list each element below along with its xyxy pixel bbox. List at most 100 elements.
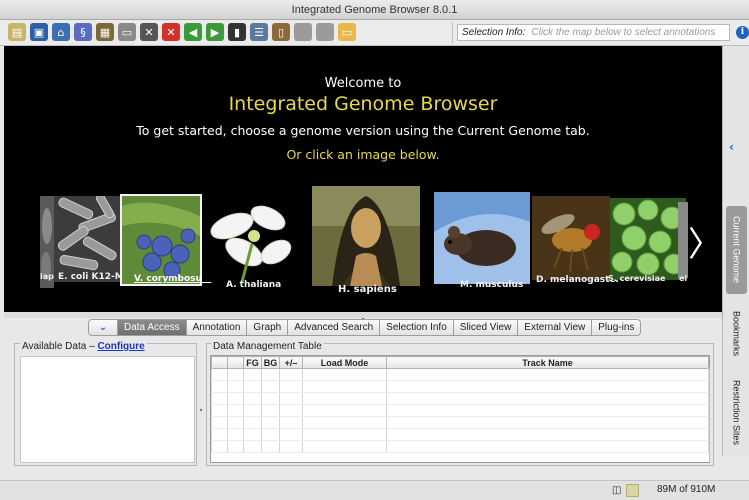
table-cell[interactable] xyxy=(211,440,228,453)
species-thumb-scerevisiae[interactable] xyxy=(610,198,686,280)
table-cell[interactable] xyxy=(211,392,228,405)
garbage-collect-icon[interactable]: ◫ xyxy=(612,485,622,496)
gray-box-2-icon[interactable] xyxy=(316,23,334,41)
print-icon[interactable]: ▭ xyxy=(118,23,136,41)
selection-info-field[interactable]: Selection Info: Click the map below to s… xyxy=(457,24,730,41)
table-cell[interactable] xyxy=(279,368,303,381)
table-cell[interactable] xyxy=(279,380,303,393)
table-cell[interactable] xyxy=(386,380,709,393)
species-thumb-athaliana[interactable] xyxy=(202,196,298,282)
species-thumb-vcorymbosum[interactable] xyxy=(120,194,202,286)
table-cell[interactable] xyxy=(243,404,262,417)
forward-icon[interactable]: ▶ xyxy=(206,23,224,41)
table-cell[interactable] xyxy=(211,380,228,393)
species-thumb-ecoli[interactable] xyxy=(54,196,120,282)
tab-plug-ins[interactable]: Plug-ins xyxy=(592,319,642,336)
table-cell[interactable] xyxy=(386,440,709,453)
table-cell[interactable] xyxy=(227,428,244,441)
table-cell[interactable] xyxy=(302,404,387,417)
open-file-icon[interactable]: ▤ xyxy=(8,23,26,41)
table-cell[interactable] xyxy=(227,380,244,393)
comment-icon[interactable]: ▭ xyxy=(338,23,356,41)
table-row[interactable] xyxy=(211,404,709,417)
col-header-blank-2[interactable] xyxy=(227,356,244,369)
col-header-plus-minus[interactable]: +/– xyxy=(279,356,303,369)
collapse-chevron-icon[interactable]: ‹ xyxy=(729,140,741,154)
tab-bookmarks[interactable]: Bookmarks xyxy=(726,302,747,366)
table-cell[interactable] xyxy=(243,428,262,441)
table-cell[interactable] xyxy=(261,368,280,381)
table-cell[interactable] xyxy=(243,380,262,393)
carousel-next-arrow[interactable]: 〉 xyxy=(688,228,722,262)
table-cell[interactable] xyxy=(227,392,244,405)
gray-box-icon[interactable] xyxy=(294,23,312,41)
table-cell[interactable] xyxy=(279,404,303,417)
table-cell[interactable] xyxy=(279,440,303,453)
table-cell[interactable] xyxy=(302,380,387,393)
col-header-blank-1[interactable] xyxy=(211,356,228,369)
species-thumb-partial-right[interactable] xyxy=(678,202,688,278)
tab-data-access[interactable]: Data Access xyxy=(118,319,187,336)
configure-link[interactable]: Configure xyxy=(97,341,144,352)
table-cell[interactable] xyxy=(302,428,387,441)
table-cell[interactable] xyxy=(261,404,280,417)
col-header-track-name[interactable]: Track Name xyxy=(386,356,709,369)
tab-external-view[interactable]: External View xyxy=(518,319,593,336)
table-cell[interactable] xyxy=(386,404,709,417)
table-cell[interactable] xyxy=(211,416,228,429)
table-cell[interactable] xyxy=(211,368,228,381)
save-session-icon[interactable]: ▣ xyxy=(30,23,48,41)
table-cell[interactable] xyxy=(386,428,709,441)
table-cell[interactable] xyxy=(302,440,387,453)
image-export-icon[interactable]: ▦ xyxy=(96,23,114,41)
table-cell[interactable] xyxy=(386,368,709,381)
species-thumb-mmusculus[interactable] xyxy=(434,192,530,284)
table-row[interactable] xyxy=(211,392,709,405)
table-cell[interactable] xyxy=(386,416,709,429)
tab-current-genome[interactable]: Current Genome xyxy=(726,206,747,294)
back-icon[interactable]: ◀ xyxy=(184,23,202,41)
bookmark-icon[interactable]: ☰ xyxy=(250,23,268,41)
table-cell[interactable] xyxy=(279,416,303,429)
species-thumb-dmelanogaster[interactable] xyxy=(532,196,610,280)
table-cell[interactable] xyxy=(302,416,387,429)
species-thumb-hsapiens[interactable] xyxy=(312,186,420,286)
table-cell[interactable] xyxy=(243,392,262,405)
table-cell[interactable] xyxy=(279,392,303,405)
available-data-list[interactable] xyxy=(20,356,195,463)
notebook-icon[interactable]: ▯ xyxy=(272,23,290,41)
table-cell[interactable] xyxy=(211,428,228,441)
table-row[interactable] xyxy=(211,416,709,429)
tab-advanced-search[interactable]: Advanced Search xyxy=(288,319,381,336)
tab-annotation[interactable]: Annotation xyxy=(186,319,248,336)
table-cell[interactable] xyxy=(302,392,387,405)
table-cell[interactable] xyxy=(227,440,244,453)
tab-sliced-view[interactable]: Sliced View xyxy=(453,319,519,336)
home-icon[interactable]: ⌂ xyxy=(52,23,70,41)
table-row[interactable] xyxy=(211,368,709,381)
table-cell[interactable] xyxy=(227,404,244,417)
table-row[interactable] xyxy=(211,380,709,393)
table-row[interactable] xyxy=(211,428,709,441)
col-header-load-mode[interactable]: Load Mode xyxy=(302,356,387,369)
table-cell[interactable] xyxy=(261,416,280,429)
table-cell[interactable] xyxy=(261,392,280,405)
table-cell[interactable] xyxy=(261,428,280,441)
stop-icon[interactable]: ✕ xyxy=(162,23,180,41)
table-cell[interactable] xyxy=(211,404,228,417)
table-cell[interactable] xyxy=(243,416,262,429)
table-cell[interactable] xyxy=(261,380,280,393)
col-header-bg[interactable]: BG xyxy=(261,356,280,369)
table-cell[interactable] xyxy=(227,368,244,381)
tools-icon[interactable]: ✕ xyxy=(140,23,158,41)
tab-graph[interactable]: Graph xyxy=(247,319,289,336)
table-cell[interactable] xyxy=(243,440,262,453)
col-header-fg[interactable]: FG xyxy=(243,356,262,369)
tab-restriction-sites[interactable]: Restriction Sites xyxy=(726,370,747,456)
film-icon[interactable]: ▮ xyxy=(228,23,246,41)
tab-selection-info[interactable]: Selection Info xyxy=(380,319,454,336)
table-cell[interactable] xyxy=(386,392,709,405)
table-cell[interactable] xyxy=(279,428,303,441)
horizontal-splitter-grip-icon[interactable] xyxy=(199,404,203,412)
table-cell[interactable] xyxy=(227,416,244,429)
